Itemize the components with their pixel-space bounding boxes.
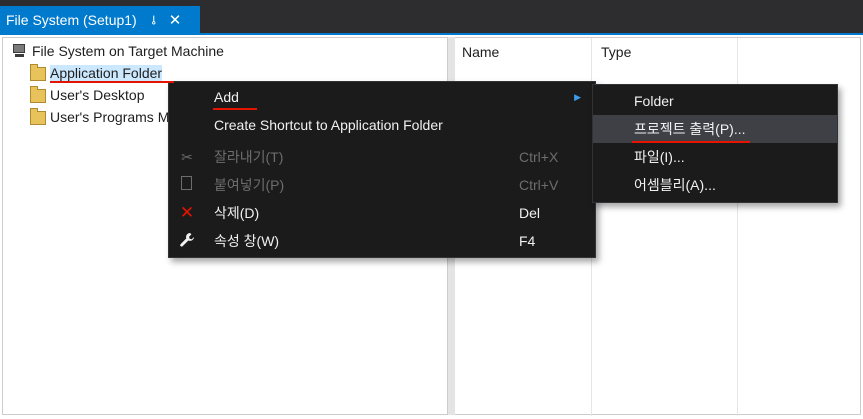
delete-x-icon: ✕ — [179, 203, 195, 222]
tree-item-users-programs[interactable]: User's Programs M — [30, 107, 169, 127]
menu-item-shortcut: F4 — [519, 233, 536, 249]
tree-item-label: Application Folder — [50, 65, 163, 81]
menu-item-label: 속성 창(W) — [214, 233, 280, 249]
folder-icon — [30, 64, 46, 81]
submenu-item-file[interactable]: 파일(I)... — [593, 143, 837, 171]
submenu-item-project-output[interactable]: 프로젝트 출력(P)... — [593, 115, 837, 143]
clipboard-icon — [181, 176, 192, 190]
computer-icon — [12, 44, 28, 58]
submenu-item-label: 프로젝트 출력(P)... — [634, 121, 746, 137]
submenu-item-assembly[interactable]: 어셈블리(A)... — [593, 171, 837, 199]
menu-item-paste[interactable]: 붙여넣기(P) Ctrl+V — [169, 171, 595, 199]
tree-item-users-desktop[interactable]: User's Desktop — [30, 85, 144, 105]
submenu-item-label: 파일(I)... — [634, 149, 685, 165]
tree-item-label: User's Programs M — [50, 109, 170, 125]
tree-root-label: File System on Target Machine — [32, 43, 224, 59]
scissors-icon: ✂ — [181, 148, 193, 165]
submenu-item-folder[interactable]: Folder — [593, 87, 837, 115]
tab-underline — [0, 33, 863, 35]
menu-item-shortcut: Del — [519, 205, 541, 221]
column-header-name[interactable]: Name — [462, 44, 499, 60]
menu-item-label: 잘라내기(T) — [214, 149, 284, 165]
annotation-underline — [50, 81, 174, 83]
annotation-underline — [213, 108, 257, 110]
tab-file-system[interactable]: File System (Setup1) ⊸ ✕ — [0, 6, 200, 33]
menu-item-create-shortcut[interactable]: Create Shortcut to Application Folder — [169, 111, 595, 139]
tab-title: File System (Setup1) — [6, 11, 137, 28]
menu-item-label: 삭제(D) — [214, 205, 260, 221]
folder-icon — [30, 86, 46, 103]
column-header-type[interactable]: Type — [601, 44, 631, 60]
menu-item-properties[interactable]: 속성 창(W) F4 — [169, 227, 595, 255]
tree-item-application-folder[interactable]: Application Folder — [30, 63, 163, 83]
submenu-item-label: Folder — [634, 93, 674, 109]
tree-item-label: User's Desktop — [50, 87, 145, 103]
submenu-item-label: 어셈블리(A)... — [634, 177, 716, 193]
menu-item-shortcut: Ctrl+X — [519, 149, 559, 165]
menu-item-shortcut: Ctrl+V — [519, 177, 559, 193]
annotation-underline — [632, 141, 750, 143]
menu-item-label: Create Shortcut to Application Folder — [214, 117, 443, 133]
menu-item-add[interactable]: Add ▶ — [169, 83, 595, 111]
wrench-icon — [178, 232, 196, 251]
folder-icon — [30, 108, 46, 125]
menu-item-delete[interactable]: ✕ 삭제(D) Del — [169, 199, 595, 227]
tree-root[interactable]: File System on Target Machine — [12, 41, 224, 61]
menu-item-cut[interactable]: ✂ 잘라내기(T) Ctrl+X — [169, 143, 595, 171]
submenu-arrow-icon: ▶ — [574, 91, 581, 102]
pin-icon[interactable]: ⊸ — [147, 14, 161, 24]
menu-item-label: 붙여넣기(P) — [214, 177, 285, 193]
menu-item-label: Add — [214, 89, 239, 105]
add-submenu: Folder 프로젝트 출력(P)... 파일(I)... 어셈블리(A)... — [592, 84, 838, 203]
close-icon[interactable]: ✕ — [169, 11, 182, 29]
